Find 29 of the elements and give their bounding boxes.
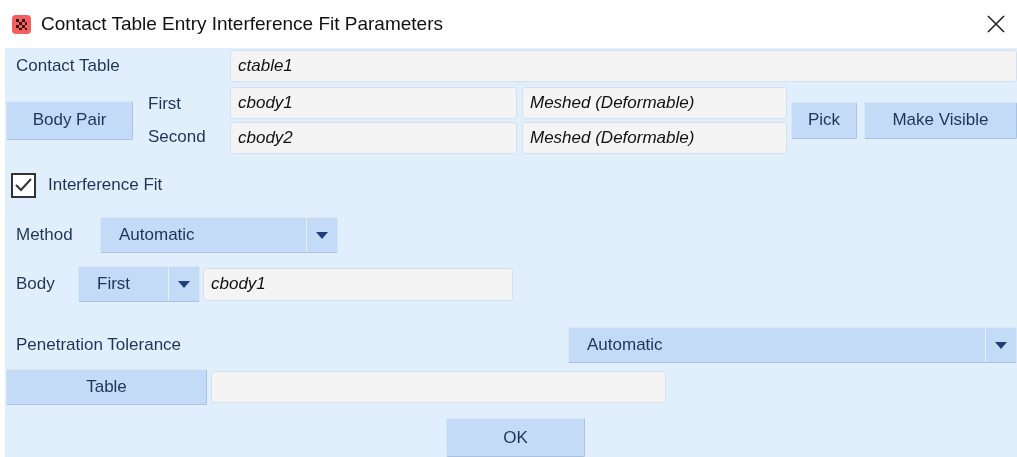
field-label: Second xyxy=(148,126,207,147)
checkbox[interactable] xyxy=(11,172,36,198)
penetration-tolerance-dropdown[interactable]: Automatic xyxy=(568,327,1017,363)
table-field[interactable] xyxy=(211,371,666,403)
body-name-field[interactable]: cbody1 xyxy=(203,267,513,301)
close-icon[interactable] xyxy=(987,15,1005,33)
ok-button[interactable]: OK xyxy=(446,418,585,457)
field-label: Contact Table xyxy=(15,56,121,76)
pick-button[interactable]: Pick xyxy=(791,101,857,139)
body-name-field[interactable]: cbody1 xyxy=(230,86,517,119)
field-label: First xyxy=(148,93,183,114)
app-icon xyxy=(12,14,31,34)
body-pair-button[interactable]: Body Pair xyxy=(6,100,133,140)
field-label: Penetration Tolerance xyxy=(15,335,183,355)
caret-icon xyxy=(178,280,190,288)
window-title: Contact Table Entry Interference Fit Parameters xyxy=(41,13,444,35)
body-dropdown[interactable]: First xyxy=(78,266,200,302)
body-name-field[interactable]: cbody2 xyxy=(230,121,517,154)
field-label: Method xyxy=(15,225,74,245)
body-type-field[interactable]: Meshed (Deformable) xyxy=(522,86,787,119)
caret-icon xyxy=(995,341,1007,349)
field-label: Body xyxy=(15,274,56,294)
contact-table-field[interactable]: ctable1 xyxy=(230,50,1017,82)
table-button[interactable]: Table xyxy=(6,369,207,405)
caret-icon xyxy=(316,231,328,239)
make-visible-button[interactable]: Make Visible xyxy=(864,101,1017,139)
method-dropdown[interactable]: Automatic xyxy=(100,217,338,253)
body-type-field[interactable]: Meshed (Deformable) xyxy=(522,121,787,154)
checkbox-label: Interference Fit xyxy=(48,175,163,195)
